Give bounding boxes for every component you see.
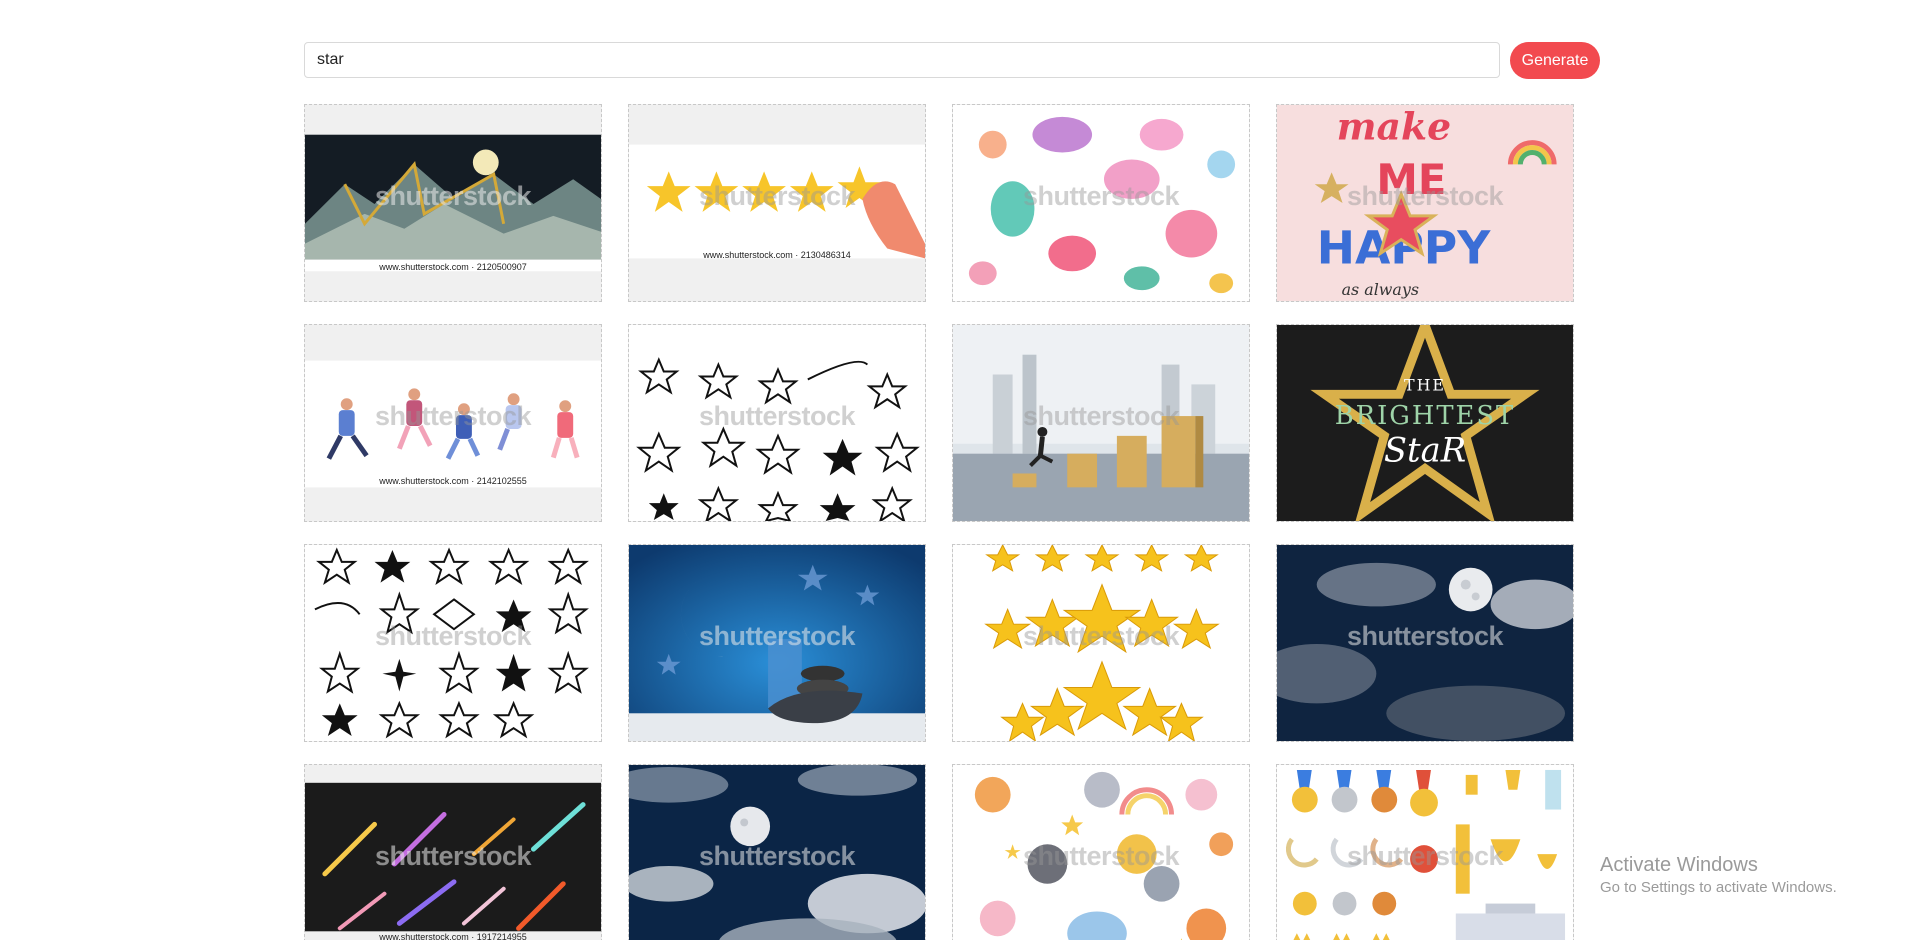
stock-id-label: www.shutterstock.com · 2130486314 bbox=[703, 250, 851, 260]
hand-drawn-stars-image bbox=[305, 545, 601, 741]
activation-title: Activate Windows bbox=[1600, 854, 1758, 876]
windows-activation-notice: Activate Windows Go to Settings to activ… bbox=[1600, 854, 1837, 896]
stock-id-label: www.shutterstock.com · 2120500907 bbox=[379, 262, 527, 272]
comets-image bbox=[305, 765, 601, 940]
gold-stars-image bbox=[953, 545, 1249, 741]
result-tile[interactable]: shutterstock www.shutterstock.com · 2120… bbox=[304, 104, 602, 302]
moon-clouds-image bbox=[629, 765, 925, 940]
stock-id-label: www.shutterstock.com · 1917214955 bbox=[379, 932, 527, 940]
result-tile[interactable]: make ME HAPPY as always shutterstock bbox=[1276, 104, 1574, 302]
result-tile[interactable]: shutterstock bbox=[1276, 544, 1574, 742]
five-star-rating-image bbox=[629, 105, 925, 301]
result-tile[interactable]: shutterstock www.shutterstock.com · 1917… bbox=[304, 764, 602, 940]
stock-id-label: www.shutterstock.com · 2142102555 bbox=[379, 476, 527, 486]
result-tile[interactable]: shutterstock bbox=[952, 764, 1250, 940]
result-tile[interactable]: shutterstock bbox=[952, 324, 1250, 522]
result-tile[interactable]: shutterstock bbox=[1276, 764, 1574, 940]
generate-button[interactable]: Generate bbox=[1510, 42, 1600, 79]
search-input[interactable] bbox=[304, 42, 1500, 78]
make-text: make bbox=[1337, 105, 1452, 149]
result-tile[interactable]: THE BRIGHTEST StaR bbox=[1276, 324, 1574, 522]
jumping-people-image bbox=[305, 325, 601, 521]
mermaid-pattern-image bbox=[953, 105, 1249, 301]
result-tile[interactable]: shutterstock bbox=[304, 544, 602, 742]
the-text: THE bbox=[1404, 375, 1446, 394]
moon-night-product-image bbox=[629, 545, 925, 741]
cute-animals-image bbox=[953, 765, 1249, 940]
result-tile[interactable]: shutterstock bbox=[952, 104, 1250, 302]
medals-trophies-image bbox=[1277, 765, 1573, 940]
results-grid: shutterstock www.shutterstock.com · 2120… bbox=[304, 104, 1576, 940]
result-tile[interactable]: shutterstock www.shutterstock.com · 2130… bbox=[628, 104, 926, 302]
result-tile[interactable]: shutterstock bbox=[952, 544, 1250, 742]
doodle-stars-image bbox=[629, 325, 925, 521]
result-tile[interactable]: shutterstock bbox=[628, 324, 926, 522]
star-script-text: StaR bbox=[1384, 431, 1466, 470]
activation-subtitle: Go to Settings to activate Windows. bbox=[1600, 879, 1837, 896]
image-search-page: Generate shutterstock www.shutterstock.c… bbox=[0, 0, 1906, 940]
brightest-text: BRIGHTEST bbox=[1335, 401, 1516, 431]
me-text: ME bbox=[1376, 155, 1446, 204]
brightest-star-image: THE BRIGHTEST StaR bbox=[1277, 325, 1573, 521]
result-tile[interactable]: shutterstock www.shutterstock.com · 2142… bbox=[304, 324, 602, 522]
night-sky-moon-image bbox=[1277, 545, 1573, 741]
businessman-steps-image bbox=[953, 325, 1249, 521]
result-tile[interactable]: shutterstock bbox=[628, 764, 926, 940]
make-me-happy-image: make ME HAPPY as always bbox=[1277, 105, 1573, 301]
as-always-text: as always bbox=[1342, 280, 1419, 299]
result-tile[interactable]: shutterstock bbox=[628, 544, 926, 742]
